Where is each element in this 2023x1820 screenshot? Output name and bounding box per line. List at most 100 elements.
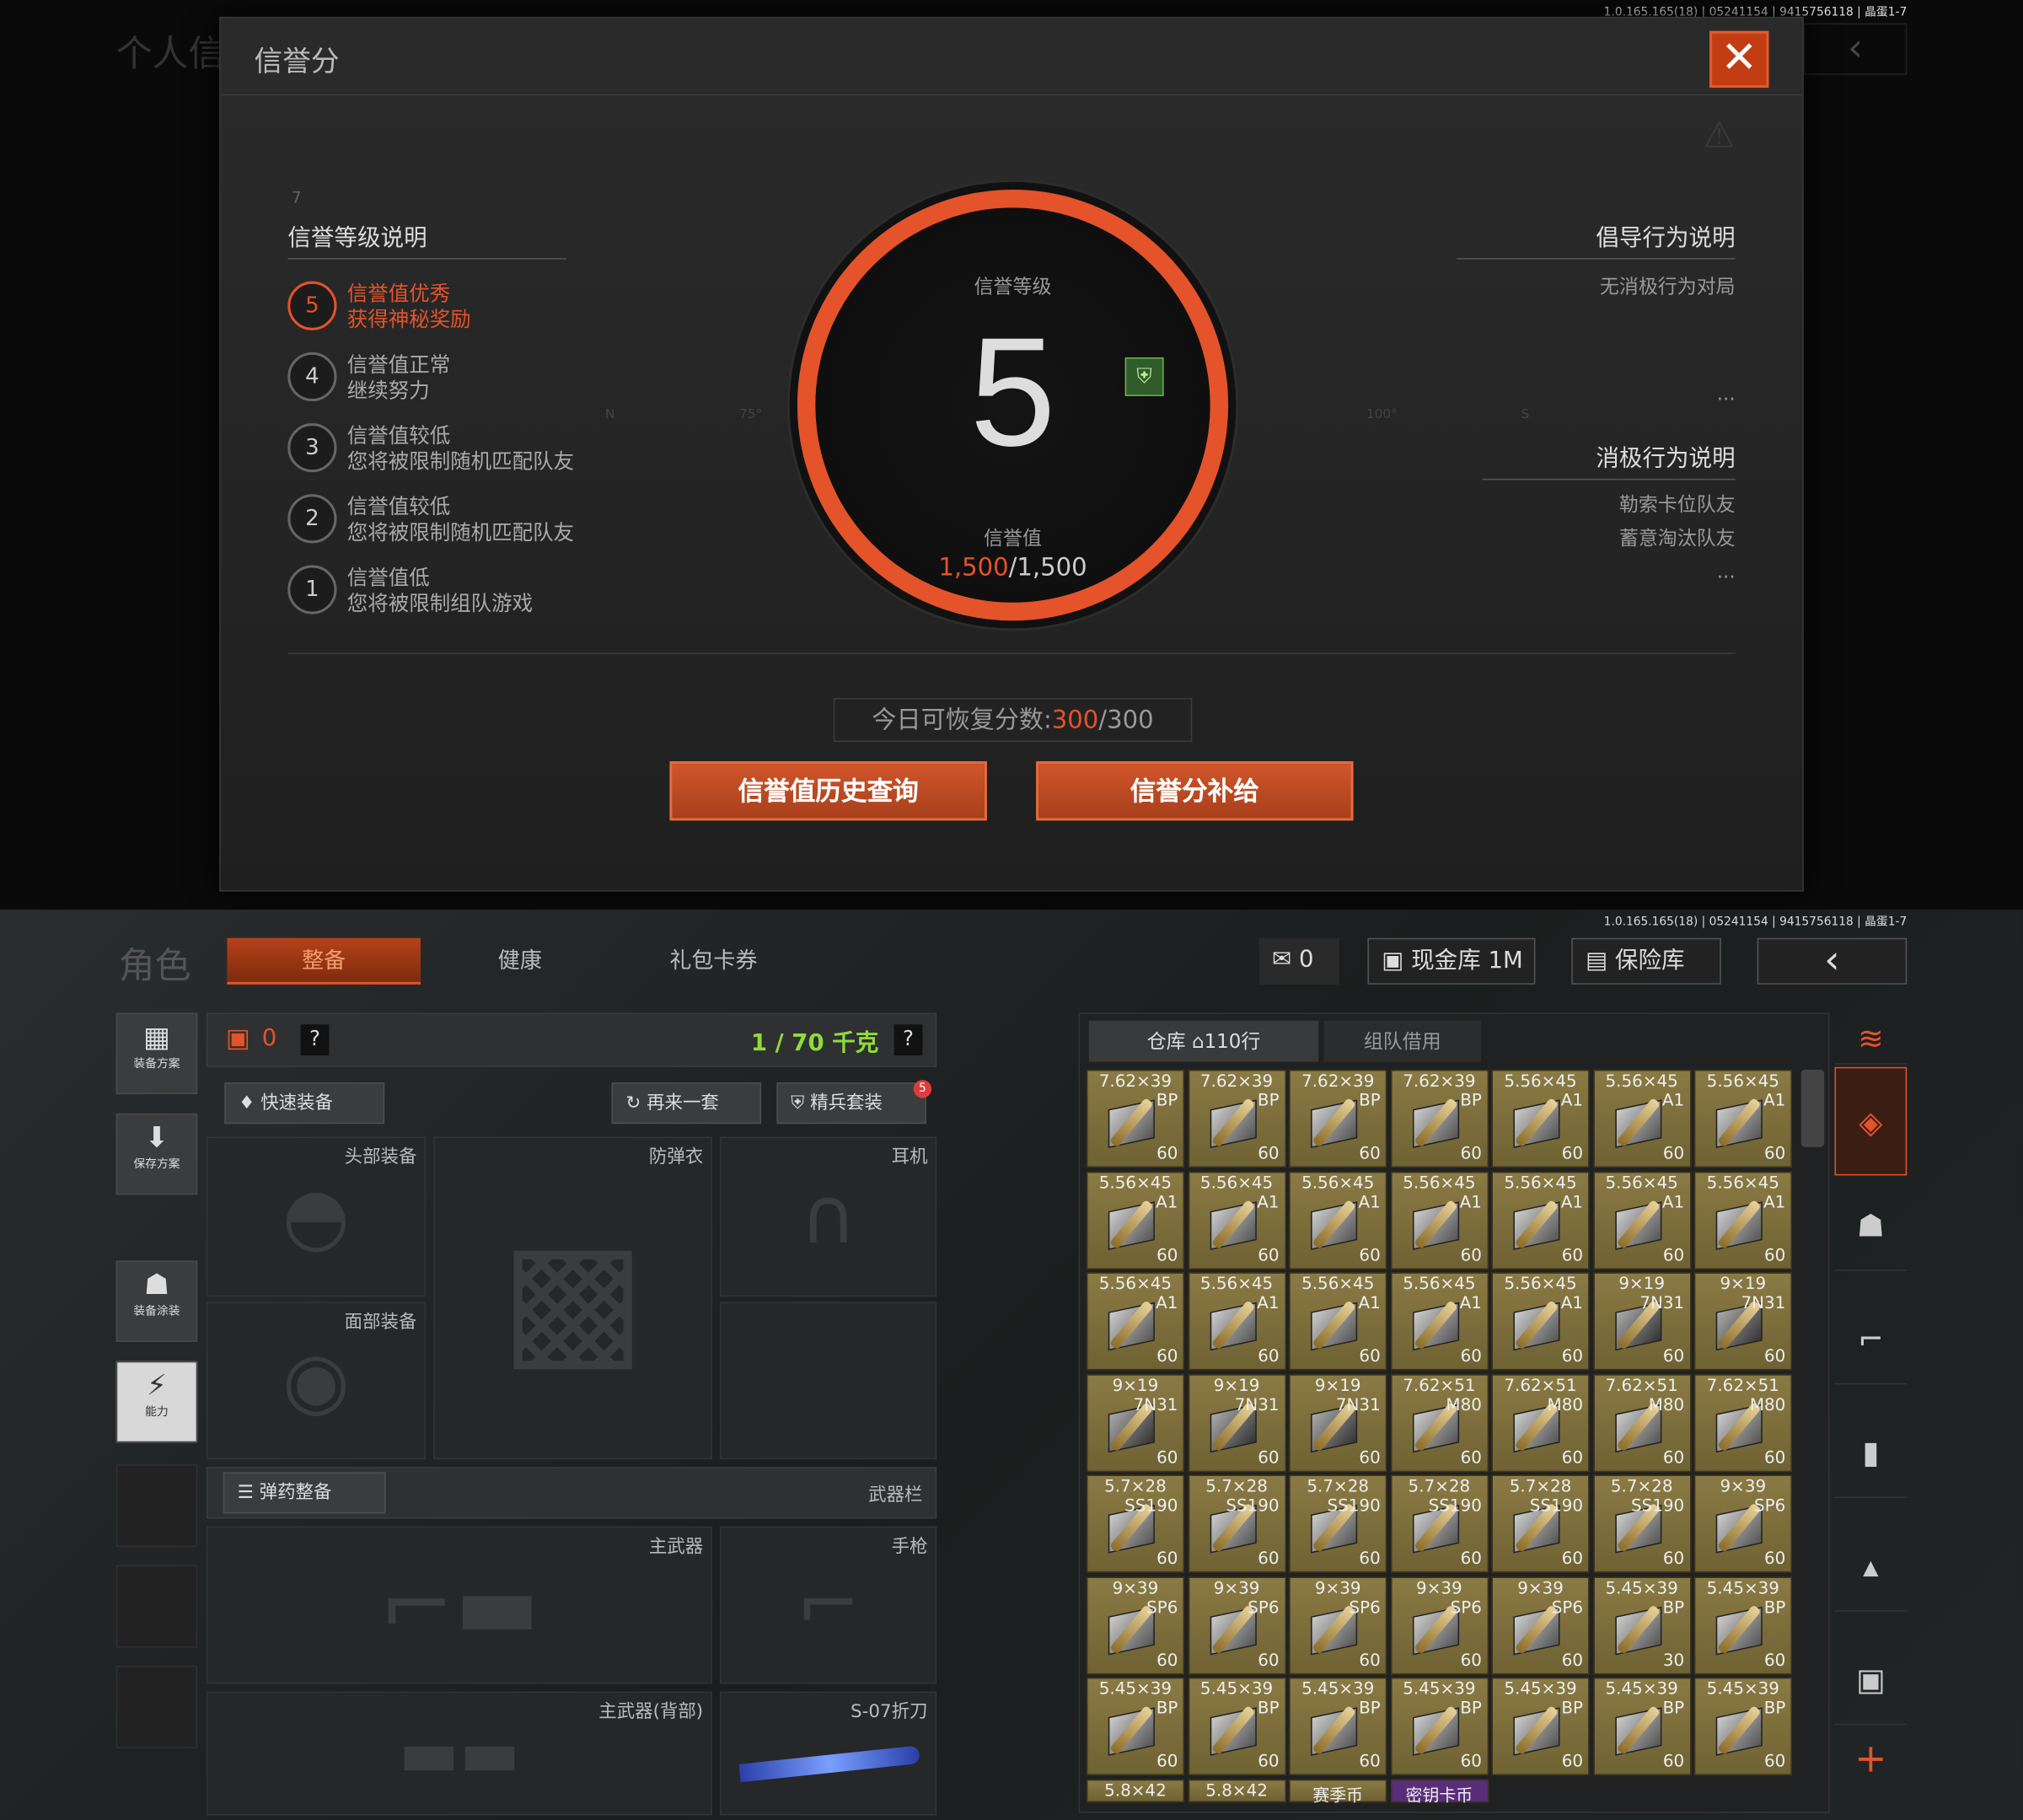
ammo-item[interactable]: 9×19 7N31 60	[1086, 1373, 1185, 1472]
ammo-item[interactable]: 5.56×45 A1 60	[1491, 1171, 1590, 1270]
ammo-item[interactable]: 7.62×51 M80 60	[1592, 1373, 1691, 1472]
ammo-item[interactable]: 5.56×45 A1 60	[1491, 1272, 1590, 1371]
ear-slot[interactable]: 耳机 ∩	[720, 1136, 937, 1297]
credit-history-button[interactable]: 信誉值历史查询	[669, 761, 987, 821]
helmet-category-icon: ☗	[1856, 1207, 1885, 1244]
ammo-item[interactable]: 7.62×39 BP 60	[1187, 1069, 1286, 1168]
ammo-item[interactable]: 5.45×39 BP 60	[1187, 1677, 1286, 1776]
ammo-item[interactable]: 5.7×28 SS190 60	[1289, 1474, 1387, 1573]
ammo-item[interactable]: 9×39 SP6 60	[1086, 1576, 1185, 1674]
tab-prep[interactable]: 整备	[227, 937, 421, 985]
ammo-item[interactable]: 7.62×39 BP 60	[1086, 1069, 1185, 1168]
add-button[interactable]: +	[1835, 1727, 1908, 1792]
bullet-category-button[interactable]: ▴	[1834, 1522, 1908, 1612]
ammo-item[interactable]: 5.56×45 A1 60	[1187, 1171, 1286, 1270]
dial-value: 1,500/1,500	[938, 553, 1087, 583]
ammo-item[interactable]: 5.7×28 SS190 60	[1086, 1474, 1185, 1573]
ammo-item[interactable]: 5.45×39 BP 60	[1693, 1576, 1793, 1674]
ammo-item[interactable]: 5.56×45 A1 60	[1693, 1171, 1793, 1270]
credit-score-modal: 信誉分 ✕ 7 信誉等级说明 5 信誉值优秀 获得神秘奖励 4 信誉值正常 继续努力 3 信誉…	[219, 16, 1804, 892]
side-button-helmet-paint[interactable]: ☗ 装备涂装	[115, 1260, 198, 1342]
ammo-item[interactable]: 5.45×39 BP 60	[1592, 1677, 1691, 1776]
rifle-category-button[interactable]: ⌐	[1834, 1294, 1908, 1385]
ammo-item[interactable]: 9×19 7N31 60	[1693, 1272, 1793, 1371]
team-borrow-tab[interactable]: 组队借用	[1323, 1020, 1482, 1062]
ammo-item[interactable]: 5.56×45 A1 60	[1693, 1069, 1793, 1168]
ammo-item[interactable]: 9×39 SP6 60	[1693, 1474, 1793, 1573]
storage-tab[interactable]: 仓库 ⌂110行	[1088, 1020, 1319, 1062]
helmet-category-button[interactable]: ☗	[1834, 1180, 1908, 1271]
ammo-item[interactable]: 5.56×45 A1 60	[1592, 1069, 1691, 1168]
tab-gift-cards[interactable]: 礼包卡券	[617, 938, 811, 985]
ammo-item[interactable]: 5.7×28 SS190 60	[1491, 1474, 1590, 1573]
ammo-item[interactable]: 5.7×28 SS190 60	[1592, 1474, 1691, 1573]
side-button-download[interactable]: ⬇ 保存方案	[115, 1113, 198, 1195]
storage-item-partial[interactable]: 密钥卡币	[1390, 1778, 1489, 1806]
main-weapon-slot[interactable]: 主武器 ⌐▬	[206, 1526, 712, 1684]
credit-supply-button[interactable]: 信誉分补给	[1036, 761, 1354, 821]
ammo-item[interactable]: 7.62×51 M80 60	[1390, 1373, 1489, 1472]
back-button[interactable]: ‹	[1757, 937, 1908, 985]
ammo-item[interactable]: 5.7×28 SS190 60	[1390, 1474, 1489, 1573]
magazine-category-button[interactable]: ▮	[1834, 1408, 1908, 1499]
ammo-item[interactable]: 7.62×39 BP 60	[1390, 1069, 1489, 1168]
ammo-item[interactable]: 5.56×45 A1 60	[1491, 1069, 1590, 1168]
ammo-item[interactable]: 5.56×45 A1 60	[1086, 1272, 1185, 1371]
knife-icon	[738, 1745, 920, 1783]
ammo-item[interactable]: 9×19 7N31 60	[1592, 1272, 1691, 1371]
again-button[interactable]: ↻ 再来一套	[611, 1082, 762, 1125]
ammo-prep-button[interactable]: ☰ 弹药整备	[223, 1472, 386, 1514]
ammo-item[interactable]: 5.7×28 SS190 60	[1187, 1474, 1286, 1573]
ammo-item[interactable]: 5.56×45 A1 60	[1390, 1171, 1489, 1270]
ammo-item[interactable]: 9×39 SP6 60	[1491, 1576, 1590, 1674]
ammo-item[interactable]: 9×19 7N31 60	[1289, 1373, 1387, 1472]
ammo-item[interactable]: 5.56×45 A1 60	[1086, 1171, 1185, 1270]
ammo-item[interactable]: 5.56×45 A1 60	[1289, 1171, 1387, 1270]
ammo-item[interactable]: 5.56×45 A1 60	[1592, 1171, 1691, 1270]
ammo-item[interactable]: 5.45×39 BP 60	[1289, 1677, 1387, 1776]
sort-button[interactable]: ≋	[1834, 1013, 1908, 1065]
side-button-vest[interactable]: ▦ 装备方案	[115, 1012, 198, 1094]
storage-item-partial[interactable]: 5.8×42	[1086, 1778, 1185, 1802]
ammo-item[interactable]: 5.45×39 BP 60	[1086, 1677, 1185, 1776]
ammo-item[interactable]: 9×39 SP6 60	[1187, 1576, 1286, 1674]
ammo-item[interactable]: 7.62×51 M80 60	[1491, 1373, 1590, 1472]
ammo-item[interactable]: 7.62×39 BP 60	[1289, 1069, 1387, 1168]
back-weapon-slot[interactable]: 主武器(背部) ▬▬	[206, 1691, 712, 1816]
vest-category-button[interactable]: ▣	[1834, 1635, 1908, 1726]
scrollbar[interactable]	[1800, 1069, 1825, 1147]
ammo-item[interactable]: 9×19 7N31 60	[1187, 1373, 1286, 1472]
ammo-item[interactable]: 5.45×39 BP 30	[1592, 1576, 1691, 1674]
knife-slot[interactable]: S-07折刀	[720, 1691, 937, 1816]
ammo-category-button[interactable]: ◈	[1834, 1066, 1908, 1176]
elite-set-button[interactable]: ⛨ 精兵套装	[776, 1082, 926, 1125]
armor-slot[interactable]: 防弹衣 ▩	[433, 1136, 712, 1460]
face-slot[interactable]: 面部装备 ◉	[206, 1302, 427, 1460]
ammo-item[interactable]: 9×39 SP6 60	[1390, 1576, 1489, 1674]
quick-equip-button[interactable]: ♦ 快速装备	[224, 1082, 385, 1125]
help-button[interactable]: ?	[300, 1024, 330, 1056]
currency-display[interactable]: ✉ 0	[1258, 937, 1339, 985]
ammo-item[interactable]: 5.56×45 A1 60	[1289, 1272, 1387, 1371]
pistol-slot[interactable]: 手枪 ⌐	[720, 1526, 937, 1684]
safe-button[interactable]: ▤ 保险库	[1571, 937, 1721, 985]
ammo-item[interactable]: 5.45×39 BP 60	[1390, 1677, 1489, 1776]
side-button-ability[interactable]: ⚡ 能力	[115, 1361, 198, 1443]
close-button[interactable]: ✕	[1709, 30, 1769, 89]
gasmask-icon: ◉	[282, 1335, 351, 1426]
ammo-item[interactable]: 5.56×45 A1 60	[1187, 1272, 1286, 1371]
ammo-type: A1	[1661, 1091, 1685, 1111]
ammo-item[interactable]: 5.45×39 BP 60	[1693, 1677, 1793, 1776]
storage-item-partial[interactable]: 5.8×42	[1187, 1778, 1286, 1802]
cash-vault-button[interactable]: ▣ 现金库 1M	[1367, 937, 1536, 985]
ammo-item[interactable]: 7.62×51 M80 60	[1693, 1373, 1793, 1472]
ammo-item[interactable]: 5.45×39 BP 60	[1491, 1677, 1590, 1776]
head-slot[interactable]: 头部装备 ◓	[206, 1136, 427, 1297]
storage-item-partial[interactable]: 赛季币	[1289, 1778, 1387, 1806]
ammo-item[interactable]: 5.56×45 A1 60	[1390, 1272, 1489, 1371]
tab-health[interactable]: 健康	[423, 938, 617, 985]
weight-help-button[interactable]: ?	[893, 1024, 923, 1056]
ammo-item[interactable]: 9×39 SP6 60	[1289, 1576, 1387, 1674]
ammo-type: 7N31	[1133, 1395, 1178, 1415]
ammo-caliber: 7.62×39	[1301, 1071, 1375, 1092]
